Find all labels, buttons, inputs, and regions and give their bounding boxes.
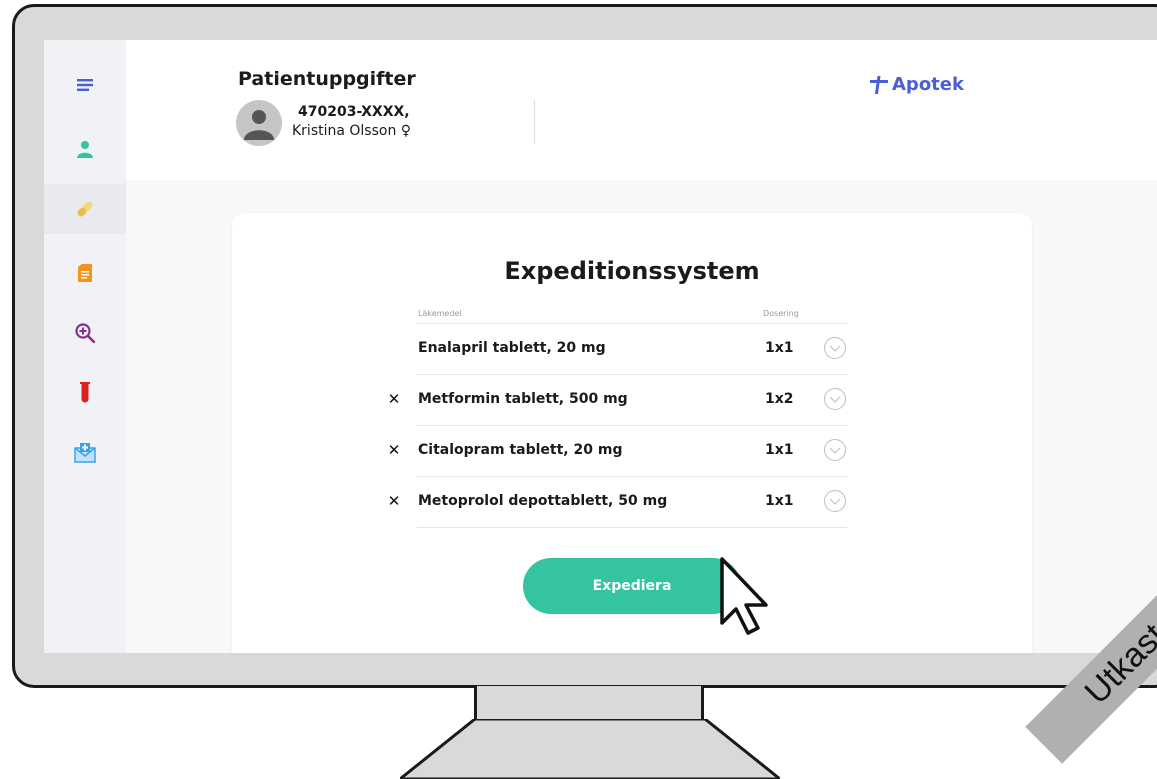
sidebar-item-documents[interactable] [44,248,126,298]
monitor-stand-neck [474,686,704,722]
page-title: Patientuppgifter [238,68,416,90]
pill-icon [77,201,93,217]
sidebar-item-lab[interactable] [44,368,126,418]
row-checkbox[interactable]: ✕ [386,391,402,407]
expedition-title: Expeditionssystem [504,257,760,285]
pharmacy-link[interactable]: Apotek [870,74,964,95]
patient-id: 470203-XXXX, [298,104,410,120]
row-checkbox[interactable]: ✕ [386,493,402,509]
sidebar-item-search[interactable] [44,308,126,358]
user-silhouette-icon [244,110,274,140]
medication-name: Enalapril tablett, 20 mg [418,340,606,356]
medication-name: Citalopram tablett, 20 mg [418,442,623,458]
medication-name: Metformin tablett, 500 mg [418,391,628,407]
medical-mail-icon [74,443,96,463]
medication-dose: 1x1 [765,442,794,458]
medication-row: ✕ Citalopram tablett, 20 mg 1x1 [388,425,847,477]
chevron-down-icon[interactable] [823,336,847,360]
patient-header: Patientuppgifter 470203-XXXX, Kristina O… [126,40,1157,180]
header-divider [534,100,535,144]
menu-icon [77,79,93,91]
medication-name: Metoprolol depottablett, 50 mg [418,493,668,509]
medication-row: ✕ Metoprolol depottablett, 50 mg 1x1 [388,476,847,528]
chevron-down-icon[interactable] [823,387,847,411]
row-divider [417,527,847,528]
expedition-card: Expeditionssystem Läkemedel Dosering Ena… [232,213,1032,653]
test-tube-icon [80,382,90,403]
expedite-button[interactable]: Expediera [523,558,741,614]
app-screen: Patientuppgifter 470203-XXXX, Kristina O… [44,40,1157,653]
column-header-dosage: Dosering [763,309,799,318]
medication-row: Enalapril tablett, 20 mg 1x1 [417,323,847,375]
gender-female-icon: ♀ [400,123,412,139]
search-icon [75,323,95,343]
pharmacy-label: Apotek [892,74,964,95]
row-checkbox[interactable]: ✕ [386,442,402,458]
patient-name-text: Kristina Olsson [292,123,397,139]
medication-row: ✕ Metformin tablett, 500 mg 1x2 [388,374,847,426]
medication-dose: 1x2 [765,391,794,407]
pharmacy-cross-icon [870,75,888,94]
mouse-cursor-icon [720,557,768,635]
avatar [236,100,282,146]
sidebar-item-patient[interactable] [44,124,126,174]
medication-dose: 1x1 [765,493,794,509]
medication-dose: 1x1 [765,340,794,356]
patient-icon [77,141,93,158]
sidebar [44,40,126,653]
monitor-stand-base [400,719,780,779]
chevron-down-icon[interactable] [823,438,847,462]
chevron-down-icon[interactable] [823,489,847,513]
patient-name: Kristina Olsson ♀ [292,123,411,139]
document-icon [78,264,92,282]
sidebar-item-medication[interactable] [44,184,126,234]
sidebar-item-menu[interactable] [44,60,126,110]
column-header-medicine: Läkemedel [418,309,462,318]
sidebar-item-messages[interactable] [44,428,126,478]
